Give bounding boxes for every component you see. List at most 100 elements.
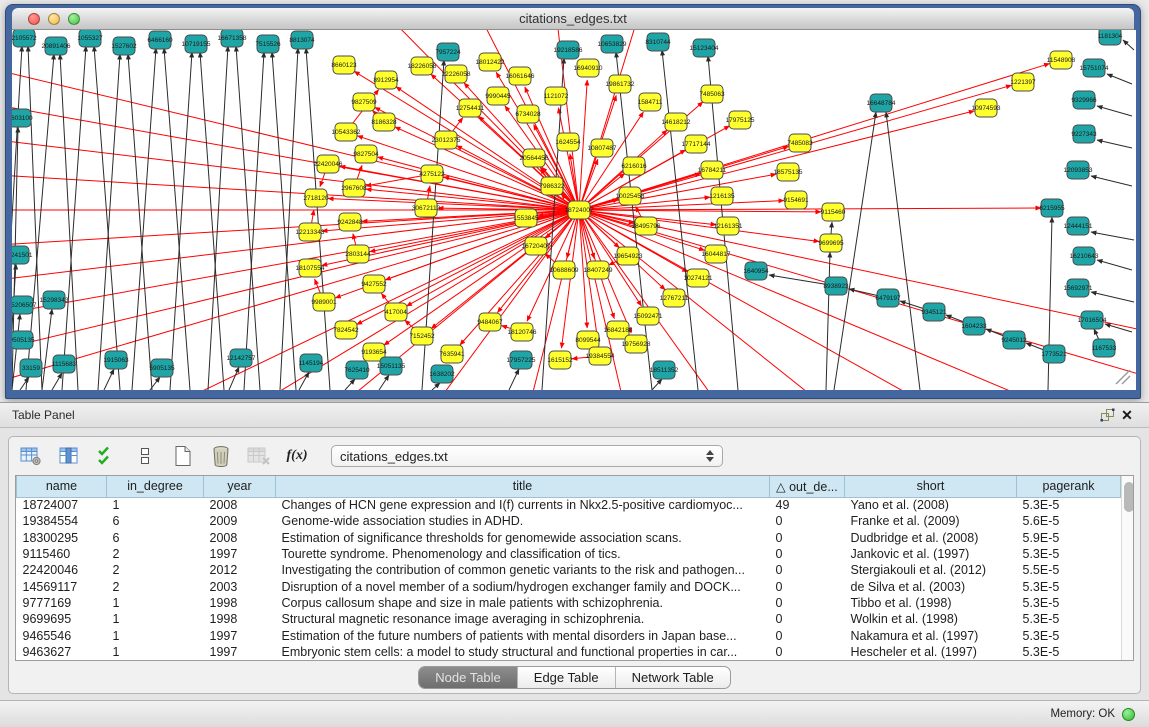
network-window-titlebar[interactable]: citations_edges.txt <box>12 8 1134 30</box>
column-header[interactable]: pagerank <box>1017 476 1121 497</box>
graph-node[interactable]: 9505135 <box>12 331 35 349</box>
graph-node[interactable]: 10241501 <box>12 246 33 264</box>
graph-node[interactable]: 8310744 <box>645 33 671 51</box>
graph-node[interactable]: 5905135 <box>149 359 175 377</box>
graph-node[interactable]: 1604233 <box>961 317 987 335</box>
graph-node[interactable]: 17016504 <box>1078 311 1107 329</box>
graph-node[interactable]: 19756928 <box>622 335 651 353</box>
graph-node[interactable]: 18120746 <box>508 323 537 341</box>
graph-node[interactable]: 9484067 <box>477 313 503 331</box>
graph-node[interactable]: 18226058 <box>408 57 437 75</box>
graph-node[interactable]: 17975125 <box>726 111 755 129</box>
graph-node[interactable]: 15092471 <box>634 307 663 325</box>
graph-node[interactable]: 8912954 <box>373 71 399 89</box>
graph-node[interactable]: 2718120 <box>303 189 329 207</box>
table-row[interactable]: 1456911722003Disruption of a novel membe… <box>17 578 1121 594</box>
graph-node[interactable]: 9345121 <box>921 303 947 321</box>
graph-node[interactable]: 23012375 <box>432 131 461 149</box>
table-row[interactable]: 911546021997Tourette syndrome. Phenomeno… <box>17 546 1121 562</box>
graph-node[interactable]: 16210643 <box>1070 247 1099 265</box>
graph-node[interactable]: 9827504 <box>353 145 379 163</box>
tab-edge-table[interactable]: Edge Table <box>518 667 616 688</box>
clear-selection-button[interactable] <box>133 444 157 468</box>
graph-node[interactable]: 16940910 <box>574 59 603 77</box>
graph-node[interactable]: 12226058 <box>442 65 471 83</box>
graph-node[interactable]: 18724007 <box>565 201 594 219</box>
graph-node[interactable]: 4275122 <box>419 165 445 183</box>
scrollbar-thumb[interactable] <box>1124 482 1134 512</box>
graph-node[interactable]: 1527602 <box>111 37 137 55</box>
delete-table-button[interactable] <box>247 444 271 468</box>
table-row[interactable]: 946554611997Estimation of the future num… <box>17 627 1121 643</box>
graph-node[interactable]: 25206507 <box>12 296 37 314</box>
graph-node[interactable]: 1553845 <box>513 209 539 227</box>
graph-node[interactable]: 9227343 <box>1071 125 1097 143</box>
column-header[interactable]: title <box>276 476 770 497</box>
graph-node[interactable]: 18575135 <box>774 163 803 181</box>
graph-node[interactable]: 7824542 <box>333 321 359 339</box>
close-button[interactable] <box>28 13 40 25</box>
graph-node[interactable]: 6216016 <box>621 157 647 175</box>
graph-node[interactable]: 12444151 <box>1064 217 1093 235</box>
graph-node[interactable]: 9245012 <box>1001 331 1027 349</box>
graph-node[interactable]: 9990445 <box>485 87 511 105</box>
node-table-body[interactable]: 1872400712008Changes of HCN gene express… <box>17 497 1121 660</box>
graph-node[interactable]: 12767211 <box>660 289 689 307</box>
float-panel-icon[interactable] <box>1097 407 1117 423</box>
graph-node[interactable]: 12142757 <box>227 349 256 367</box>
graph-node[interactable]: 19654923 <box>614 247 643 265</box>
zoom-button[interactable] <box>68 13 80 25</box>
new-column-button[interactable] <box>171 444 195 468</box>
graph-node[interactable]: 6479197 <box>875 289 901 307</box>
graph-node[interactable]: 1221397 <box>1010 73 1036 91</box>
graph-node[interactable]: 1624554 <box>555 133 581 151</box>
graph-node[interactable]: 15692971 <box>1064 279 1093 297</box>
graph-node[interactable]: 1055327 <box>77 30 103 47</box>
table-row[interactable]: 946362711997Embryonic stem cells: a mode… <box>17 644 1121 660</box>
delete-column-button[interactable] <box>209 444 233 468</box>
table-select-combobox[interactable]: citations_edges.txt <box>331 445 723 467</box>
column-header[interactable]: short <box>845 476 1017 497</box>
graph-node[interactable]: 7986322 <box>539 177 565 195</box>
tab-network-table[interactable]: Network Table <box>616 667 730 688</box>
table-row[interactable]: 1830029562008Estimation of significance … <box>17 530 1121 546</box>
graph-node[interactable]: 7485063 <box>699 85 725 103</box>
graph-node[interactable]: 1167533 <box>1092 339 1117 357</box>
graph-node[interactable]: 9427552 <box>361 275 387 293</box>
graph-node[interactable]: 7957224 <box>435 43 461 61</box>
column-header[interactable]: in_degree <box>107 476 204 497</box>
graph-node[interactable]: 1640954 <box>743 262 769 280</box>
graph-node[interactable]: 18107554 <box>296 259 325 277</box>
table-row[interactable]: 2242004622012Investigating the contribut… <box>17 562 1121 578</box>
graph-node[interactable]: 8215955 <box>1039 199 1065 217</box>
graph-node[interactable]: 16044817 <box>702 245 731 263</box>
graph-node[interactable]: 6466160 <box>147 31 173 49</box>
table-row[interactable]: 969969511998Structural magnetic resonanc… <box>17 611 1121 627</box>
graph-node[interactable]: 18407249 <box>584 261 613 279</box>
graph-node[interactable]: 12093853 <box>1064 161 1093 179</box>
graph-node[interactable]: 20564456 <box>520 149 549 167</box>
column-visibility-button[interactable] <box>57 444 81 468</box>
graph-node[interactable]: 417004 <box>385 303 407 321</box>
graph-node[interactable]: 7485083 <box>787 134 813 152</box>
graph-node[interactable]: 2603100 <box>12 109 33 127</box>
graph-node[interactable]: 1615152 <box>547 351 573 369</box>
graph-node[interactable]: 15123404 <box>690 39 719 57</box>
graph-node[interactable]: 14618212 <box>662 113 691 131</box>
graph-node[interactable]: 10653829 <box>598 35 627 53</box>
graph-node[interactable]: 8938923 <box>823 277 849 295</box>
table-row[interactable]: 1938455462009Genome-wide association stu… <box>17 513 1121 529</box>
select-all-button[interactable] <box>95 444 119 468</box>
graph-node[interactable]: 1121072 <box>544 87 569 105</box>
graph-node[interactable]: 19861732 <box>606 75 635 93</box>
graph-node[interactable]: 19218586 <box>554 41 583 59</box>
graph-node[interactable]: 7635941 <box>439 345 465 363</box>
graph-node[interactable]: 2967608 <box>341 179 367 197</box>
graph-node[interactable]: 16784211 <box>698 161 727 179</box>
graph-node[interactable]: 2105572 <box>12 30 37 47</box>
graph-node[interactable]: 18012422 <box>476 53 505 71</box>
memory-status-icon[interactable] <box>1122 708 1135 721</box>
graph-node[interactable]: 17717144 <box>682 135 711 153</box>
graph-node[interactable]: 30672110 <box>412 199 441 217</box>
graph-node[interactable]: 7515526 <box>255 35 281 53</box>
